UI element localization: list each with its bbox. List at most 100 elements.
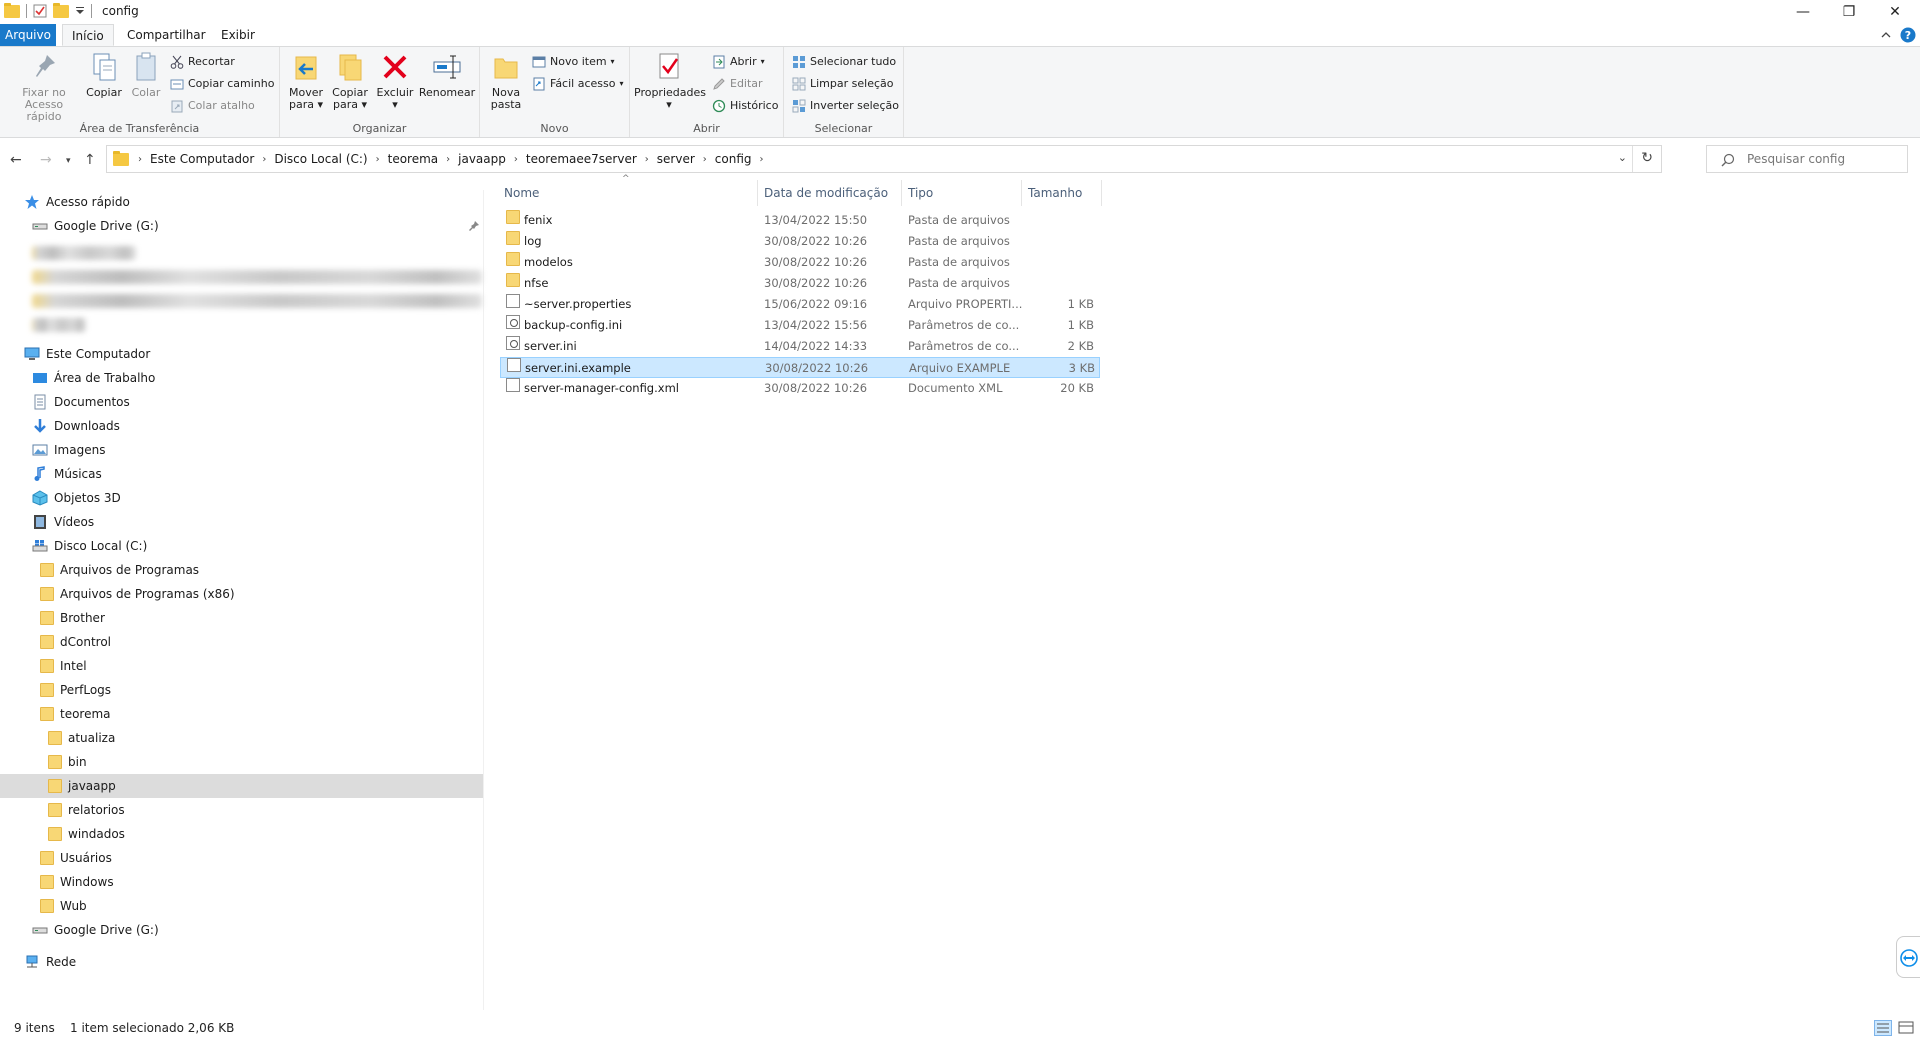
file-row-server-manager-config-xml[interactable]: server-manager-config.xml 30/08/2022 10:…: [500, 378, 1100, 399]
nav-folder-arquivos-de-programas[interactable]: Arquivos de Programas: [40, 558, 199, 582]
column-header-date[interactable]: Data de modificação: [760, 180, 902, 206]
nav-folder-bin[interactable]: bin: [48, 750, 87, 774]
open-button[interactable]: Abrir ▾: [712, 53, 765, 71]
tab-exibir[interactable]: Exibir: [212, 24, 264, 46]
column-header-type[interactable]: Tipo: [904, 180, 1022, 206]
tab-arquivo[interactable]: Arquivo: [0, 24, 56, 46]
recent-locations-icon[interactable]: ▾: [66, 156, 71, 166]
paste-shortcut-button[interactable]: Colar atalho: [170, 97, 255, 115]
nav-folder-arquivos-de-programas-x86[interactable]: Arquivos de Programas (x86): [40, 582, 235, 606]
nav-folder-atualiza[interactable]: atualiza: [48, 726, 115, 750]
breadcrumb-disco-local[interactable]: Disco Local (C:): [269, 152, 372, 166]
invert-selection-button[interactable]: Inverter seleção: [792, 97, 899, 115]
breadcrumb-teoremaee7server[interactable]: teoremaee7server: [521, 152, 642, 166]
file-row-fenix[interactable]: fenix 13/04/2022 15:50 Pasta de arquivos: [500, 210, 1100, 231]
breadcrumb-teorema[interactable]: teorema: [383, 152, 444, 166]
chevron-right-icon[interactable]: ›: [511, 154, 521, 165]
collapse-ribbon-icon[interactable]: [1880, 29, 1892, 41]
nav-disco-local[interactable]: Disco Local (C:): [32, 534, 147, 558]
easy-access-button[interactable]: Fácil acesso ▾: [532, 75, 623, 93]
nav-este-computador[interactable]: Este Computador: [24, 342, 150, 366]
breadcrumb-config[interactable]: config: [710, 152, 757, 166]
tab-inicio[interactable]: Início: [62, 24, 114, 46]
file-row-modelos[interactable]: modelos 30/08/2022 10:26 Pasta de arquiv…: [500, 252, 1100, 273]
teamviewer-tab[interactable]: [1896, 936, 1920, 978]
properties-quick-icon[interactable]: [33, 4, 47, 18]
new-item-button[interactable]: Novo item ▾: [532, 53, 615, 71]
select-all-button[interactable]: Selecionar tudo: [792, 53, 896, 71]
breadcrumb-este-computador[interactable]: Este Computador: [145, 152, 259, 166]
search-input[interactable]: Pesquisar config: [1747, 152, 1845, 166]
nav-folder-perflogs[interactable]: PerfLogs: [40, 678, 111, 702]
nav-imagens[interactable]: Imagens: [32, 438, 105, 462]
details-view-icon[interactable]: [1874, 1020, 1892, 1036]
chevron-right-icon[interactable]: ›: [135, 154, 145, 165]
chevron-right-icon[interactable]: ›: [373, 154, 383, 165]
new-folder-button[interactable]: Nova pasta: [486, 51, 526, 111]
copy-to-button[interactable]: Copiar para ▾: [328, 51, 372, 111]
minimize-button[interactable]: —: [1780, 0, 1826, 24]
nav-folder-windados[interactable]: windados: [48, 822, 125, 846]
customize-quick-access-icon[interactable]: [75, 4, 85, 18]
select-none-button[interactable]: Limpar seleção: [792, 75, 893, 93]
chevron-right-icon[interactable]: ›: [443, 154, 453, 165]
copy-button[interactable]: Copiar: [82, 51, 126, 99]
pin-icon[interactable]: [468, 220, 480, 232]
move-to-button[interactable]: Mover para ▾: [284, 51, 328, 111]
file-row-log[interactable]: log 30/08/2022 10:26 Pasta de arquivos: [500, 231, 1100, 252]
back-arrow-icon[interactable]: ←: [10, 152, 22, 168]
column-header-name[interactable]: Nome: [500, 180, 758, 206]
new-folder-quick-icon[interactable]: [53, 2, 69, 18]
nav-objetos-3d[interactable]: Objetos 3D: [32, 486, 121, 510]
file-row-server-properties-backup[interactable]: ~server.properties 15/06/2022 09:16 Arqu…: [500, 294, 1100, 315]
nav-google-drive-pinned[interactable]: Google Drive (G:): [32, 214, 159, 238]
pin-quick-access-button[interactable]: Fixar no Acesso rápido: [6, 51, 82, 123]
column-header-size[interactable]: Tamanho: [1024, 180, 1102, 206]
search-box[interactable]: Pesquisar config: [1706, 145, 1908, 173]
forward-arrow-icon[interactable]: →: [40, 152, 52, 168]
chevron-right-icon[interactable]: ›: [642, 154, 652, 165]
close-button[interactable]: ✕: [1872, 0, 1918, 24]
tab-compartilhar[interactable]: Compartilhar: [118, 24, 215, 46]
help-icon[interactable]: ?: [1900, 27, 1916, 43]
nav-folder-teorema[interactable]: teorema: [40, 702, 111, 726]
chevron-right-icon[interactable]: ›: [757, 154, 767, 165]
nav-folder-brother[interactable]: Brother: [40, 606, 105, 630]
properties-button[interactable]: Propriedades ▾: [634, 51, 706, 111]
nav-downloads[interactable]: Downloads: [32, 414, 120, 438]
nav-folder-intel[interactable]: Intel: [40, 654, 87, 678]
address-bar[interactable]: › Este Computador › Disco Local (C:) › t…: [106, 145, 1662, 173]
rename-button[interactable]: Renomear: [418, 51, 476, 99]
nav-area-de-trabalho[interactable]: Área de Trabalho: [32, 366, 155, 390]
nav-folder-relatorios[interactable]: relatorios: [48, 798, 125, 822]
cut-button[interactable]: Recortar: [170, 53, 235, 71]
edit-button[interactable]: Editar: [712, 75, 763, 93]
file-row-nfse[interactable]: nfse 30/08/2022 10:26 Pasta de arquivos: [500, 273, 1100, 294]
nav-folder-dcontrol[interactable]: dControl: [40, 630, 111, 654]
nav-musicas[interactable]: Músicas: [32, 462, 102, 486]
nav-folder-usuarios[interactable]: Usuários: [40, 846, 112, 870]
file-row-server-ini-example[interactable]: server.ini.example 30/08/2022 10:26 Arqu…: [500, 357, 1100, 378]
nav-google-drive[interactable]: Google Drive (G:): [32, 918, 159, 942]
nav-folder-wub[interactable]: Wub: [40, 894, 87, 918]
paste-button[interactable]: Colar: [126, 51, 166, 99]
nav-folder-windows[interactable]: Windows: [40, 870, 114, 894]
file-row-server-ini[interactable]: server.ini 14/04/2022 14:33 Parâmetros d…: [500, 336, 1100, 357]
chevron-right-icon[interactable]: ›: [259, 154, 269, 165]
nav-documentos[interactable]: Documentos: [32, 390, 130, 414]
chevron-down-icon[interactable]: ⌄: [1618, 151, 1627, 164]
nav-folder-javaapp[interactable]: javaapp: [0, 774, 483, 798]
chevron-right-icon[interactable]: ›: [700, 154, 710, 165]
delete-button[interactable]: Excluir ▾: [374, 51, 416, 111]
up-arrow-icon[interactable]: ↑: [84, 152, 96, 168]
large-icons-view-icon[interactable]: [1898, 1020, 1914, 1036]
nav-acesso-rapido[interactable]: Acesso rápido: [24, 190, 130, 214]
copy-path-button[interactable]: Copiar caminho: [170, 75, 274, 93]
restore-button[interactable]: ❐: [1826, 0, 1872, 24]
breadcrumb-server[interactable]: server: [652, 152, 700, 166]
file-row-backup-config-ini[interactable]: backup-config.ini 13/04/2022 15:56 Parâm…: [500, 315, 1100, 336]
nav-videos[interactable]: Vídeos: [32, 510, 94, 534]
history-button[interactable]: Histórico: [712, 97, 778, 115]
breadcrumb-javaapp[interactable]: javaapp: [453, 152, 511, 166]
nav-rede[interactable]: Rede: [24, 950, 76, 974]
